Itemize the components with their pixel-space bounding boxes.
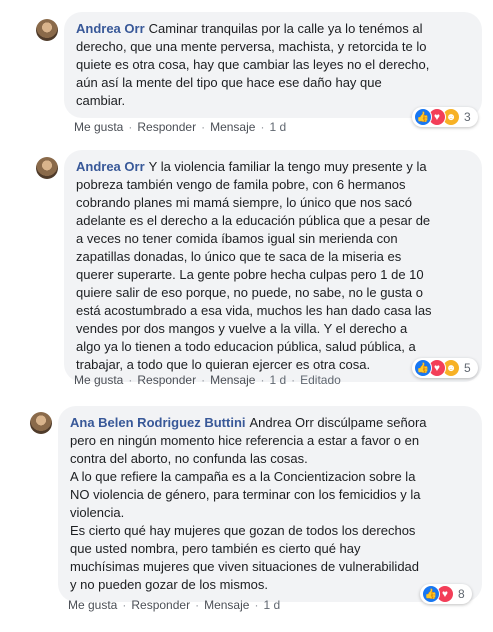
comment-actions: Me gusta · Responder · Mensaje · 1 d bbox=[68, 598, 281, 612]
comment-3: Ana Belen Rodriguez Buttini Andrea Orr di… bbox=[0, 0, 493, 632]
comment-author[interactable]: Ana Belen Rodriguez Buttini bbox=[70, 415, 246, 430]
timestamp[interactable]: 1 d bbox=[263, 598, 280, 612]
reaction-count: 8 bbox=[458, 587, 465, 601]
like-link[interactable]: Me gusta bbox=[68, 598, 117, 612]
like-icon: 👍 bbox=[414, 108, 432, 126]
comment-bubble: Ana Belen Rodriguez Buttini Andrea Orr di… bbox=[58, 406, 482, 602]
avatar[interactable] bbox=[30, 412, 52, 434]
comment-text: Andrea Orr discúlpame señora pero en nin… bbox=[70, 415, 427, 592]
message-link[interactable]: Mensaje bbox=[204, 598, 249, 612]
reply-link[interactable]: Responder bbox=[131, 598, 190, 612]
like-icon: 👍 bbox=[422, 585, 440, 603]
like-icon: 👍 bbox=[414, 359, 432, 377]
reactions-summary[interactable]: 👍 ♥ 8 bbox=[420, 584, 472, 604]
